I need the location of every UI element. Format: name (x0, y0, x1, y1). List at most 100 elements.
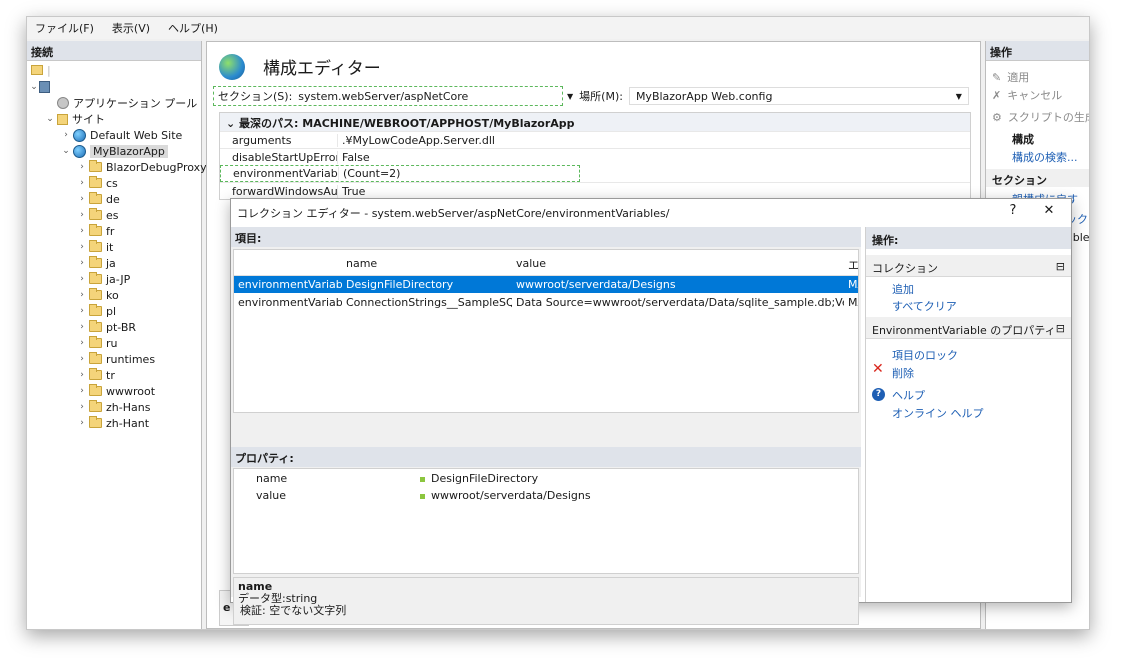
close-button[interactable]: ✕ (1037, 203, 1061, 223)
chevron-down-icon[interactable]: ▼ (567, 92, 573, 101)
server-icon (39, 81, 50, 93)
chevron-down-icon[interactable]: ⌄ (61, 146, 71, 156)
chevron-right-icon[interactable]: › (77, 194, 87, 204)
tree-folder[interactable]: › runtimes (77, 351, 155, 367)
collapse-icon[interactable]: ⊟ (1056, 322, 1065, 335)
chevron-right-icon[interactable]: › (77, 226, 87, 236)
script-icon: ⚙ (992, 110, 1002, 124)
chevron-right-icon[interactable]: › (77, 178, 87, 188)
properties-heading: EnvironmentVariable のプロパティ (872, 324, 1056, 337)
section-row: セクション(S): system.webServer/aspNetCore ▼ … (213, 86, 971, 106)
tree-myblazorapp[interactable]: ⌄ MyBlazorApp (61, 143, 168, 159)
table-row[interactable]: environmentVariable ConnectionStrings__S… (234, 294, 858, 311)
tree-app-pool[interactable]: アプリケーション プール (57, 95, 197, 111)
tree-folder[interactable]: › fr (77, 223, 114, 239)
connections-title: 接続 (27, 41, 201, 61)
chevron-right-icon[interactable]: › (61, 130, 71, 140)
chevron-right-icon[interactable]: › (77, 354, 87, 364)
property-row[interactable]: forwardWindowsAuthToken True (220, 182, 970, 199)
folder-icon (89, 240, 102, 252)
folder-icon (89, 320, 102, 332)
chevron-right-icon[interactable]: › (77, 370, 87, 380)
folder-icon (89, 192, 102, 204)
folder-label: ru (106, 336, 118, 350)
delete-link[interactable]: 削除 (892, 365, 914, 381)
config-search-link[interactable]: 構成の検索... (1012, 149, 1078, 165)
section-heading: セクション (986, 169, 1089, 187)
collapse-icon[interactable]: ⊟ (1056, 260, 1065, 273)
folder-label: ja-JP (106, 272, 131, 286)
property-key: environmentVariables (221, 167, 339, 180)
tree-folder[interactable]: › de (77, 191, 120, 207)
properties-section-header[interactable]: EnvironmentVariable のプロパティ ⊟ (866, 317, 1071, 339)
chevron-right-icon[interactable]: › (77, 418, 87, 428)
tree-folder[interactable]: › pt-BR (77, 319, 136, 335)
generate-script-action[interactable]: ⚙ スクリプトの生成 (992, 109, 1089, 125)
menu-bar: ファイル(F) 表示(V) ヘルプ(H) (27, 17, 1089, 39)
config-heading: 構成 (1012, 133, 1034, 146)
folder-icon (89, 176, 102, 188)
tree-folder[interactable]: › zh-Hant (77, 415, 149, 431)
folder-label: zh-Hans (106, 400, 151, 414)
table-row[interactable]: environmentVariable DesignFileDirectory … (234, 276, 858, 293)
chevron-down-icon[interactable]: ⌄ (226, 117, 239, 130)
tree-folder[interactable]: › ja-JP (77, 271, 130, 287)
property-row[interactable]: disableStartUpErrorPage False (220, 148, 970, 165)
online-help-link[interactable]: オンライン ヘルプ (892, 405, 984, 421)
tree-folder[interactable]: › ru (77, 335, 118, 351)
menu-help[interactable]: ヘルプ(H) (168, 20, 218, 36)
path-header[interactable]: ⌄ 最深のパス: MACHINE/WEBROOT/APPHOST/MyBlazo… (220, 113, 970, 131)
chevron-down-icon[interactable]: ⌄ (45, 114, 55, 124)
chevron-right-icon[interactable]: › (77, 258, 87, 268)
cancel-action[interactable]: ✗ キャンセル (992, 87, 1062, 103)
menu-view[interactable]: 表示(V) (112, 20, 150, 36)
tree-folder[interactable]: › BlazorDebugProxy (77, 159, 207, 175)
property-row[interactable]: arguments .¥MyLowCodeApp.Server.dll (220, 131, 970, 148)
tree-folder[interactable]: › tr (77, 367, 115, 383)
clear-all-link[interactable]: すべてクリア (892, 298, 957, 314)
tree-folder[interactable]: › ja (77, 255, 116, 271)
tree-default-site[interactable]: › Default Web Site (61, 127, 182, 143)
chevron-down-icon[interactable]: ⌄ (29, 82, 39, 92)
chevron-right-icon[interactable]: › (77, 402, 87, 412)
property-row-environment-variables[interactable]: environmentVariables (Count=2) (220, 165, 580, 182)
property-row[interactable]: name DesignFileDirectory (234, 471, 858, 487)
chevron-right-icon[interactable]: › (77, 162, 87, 172)
section-value: system.webServer/aspNetCore (298, 89, 469, 103)
tree-server-node[interactable]: ⌄ (29, 79, 50, 95)
column-header-value[interactable]: value (516, 257, 546, 270)
tree-folder[interactable]: › es (77, 207, 119, 223)
tree-folder[interactable]: › zh-Hans (77, 399, 150, 415)
tree-folder[interactable]: › cs (77, 175, 118, 191)
section-selector[interactable]: セクション(S): system.webServer/aspNetCore (213, 86, 563, 106)
description-title: name (238, 580, 273, 593)
folder-label: pl (106, 304, 117, 318)
help-link[interactable]: ヘルプ (892, 387, 925, 403)
chevron-right-icon[interactable]: › (77, 306, 87, 316)
row-value: Data Source=wwwroot/serverdata/Data/sqli… (516, 296, 844, 309)
chevron-right-icon[interactable]: › (77, 386, 87, 396)
chevron-right-icon[interactable]: › (77, 274, 87, 284)
tree-sites[interactable]: ⌄ サイト (45, 111, 105, 127)
property-row[interactable]: value wwwroot/serverdata/Designs (234, 488, 858, 504)
chevron-right-icon[interactable]: › (77, 210, 87, 220)
column-header-name[interactable]: name (346, 257, 377, 270)
menu-file[interactable]: ファイル(F) (35, 20, 94, 36)
tree-folder[interactable]: › pl (77, 303, 116, 319)
lock-item-link[interactable]: 項目のロック (892, 347, 958, 363)
chevron-right-icon[interactable]: › (77, 242, 87, 252)
tree-folder[interactable]: › wwwroot (77, 383, 155, 399)
chevron-right-icon[interactable]: › (77, 290, 87, 300)
collection-section-header[interactable]: コレクション ⊟ (866, 255, 1071, 277)
connect-icon[interactable] (31, 65, 43, 75)
add-link[interactable]: 追加 (892, 281, 914, 297)
tree-folder[interactable]: › ko (77, 287, 119, 303)
folder-icon (89, 272, 102, 284)
location-combobox[interactable]: MyBlazorApp Web.config ▼ (628, 87, 969, 105)
help-button[interactable]: ? (1001, 203, 1025, 223)
chevron-right-icon[interactable]: › (77, 322, 87, 332)
chevron-right-icon[interactable]: › (77, 338, 87, 348)
delete-icon: ✕ (872, 361, 884, 377)
tree-folder[interactable]: › it (77, 239, 113, 255)
apply-action[interactable]: ✎ 適用 (992, 69, 1029, 85)
